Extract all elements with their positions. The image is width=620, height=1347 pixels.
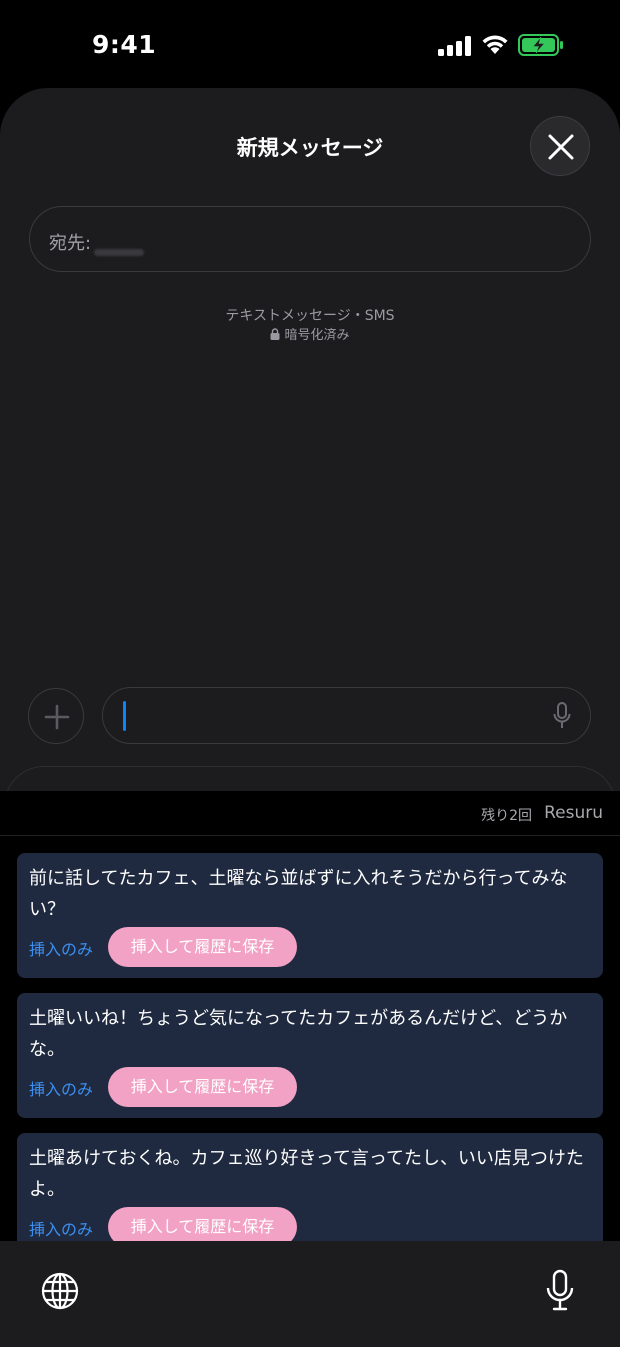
recipient-redacted [94,249,144,256]
message-input[interactable] [102,687,591,744]
suggestion-text: 前に話してたカフェ、土曜なら並ばずに入れそうだから行ってみない？ [29,868,568,920]
suggestion-card: 土曜あけておくね。カフェ巡り好きって言ってたし、いい店見つけたよ。 挿入のみ 挿… [17,1133,603,1241]
suggestion-list: 前に話してたカフェ、土曜なら並ばずに入れそうだから行ってみない？ 挿入のみ 挿入… [0,836,620,1241]
insert-only-link[interactable]: 挿入のみ [29,1076,93,1100]
insert-save-button[interactable]: 挿入して履歴に保存 [108,927,297,967]
sheet-lower-edge [4,766,616,791]
recipient-label: 宛先: [49,233,92,254]
suggestion-card: 土曜いいね！ちょうど気になってたカフェがあるんだけど、どうかな。 挿入のみ 挿入… [17,993,603,1118]
remaining-count: 残り2回 [481,808,532,824]
keyboard-brand: Resuru [544,803,603,823]
insert-save-button[interactable]: 挿入して履歴に保存 [108,1067,297,1107]
sheet-title: 新規メッセージ [236,136,384,160]
text-cursor [123,701,126,731]
encryption-status: 暗号化済み [0,324,620,343]
insert-only-link[interactable]: 挿入のみ [29,936,93,960]
keyboard-bottom-bar [0,1241,620,1347]
status-time: 9:41 [92,30,157,59]
status-bar: 9:41 [0,0,620,88]
suggestion-text: 土曜あけておくね。カフェ巡り好きって言ってたし、いい店見つけたよ。 [29,1148,584,1200]
keyboard-header: 残り2回 Resuru [0,791,620,836]
globe-icon[interactable] [40,1271,80,1311]
encryption-label: 暗号化済み [284,328,350,343]
suggestion-card: 前に話してたカフェ、土曜なら並ばずに入れそうだから行ってみない？ 挿入のみ 挿入… [17,853,603,978]
sms-label: テキストメッセージ・SMS [225,308,395,324]
wifi-icon [482,35,508,54]
close-icon [548,134,574,160]
plus-icon [44,704,70,730]
suggestion-text: 土曜いいね！ちょうど気になってたカフェがあるんだけど、どうかな。 [29,1008,568,1060]
insert-only-link[interactable]: 挿入のみ [29,1216,93,1240]
lock-icon [270,328,280,340]
close-button[interactable] [530,116,590,176]
battery-charging-icon [518,34,563,56]
insert-save-button[interactable]: 挿入して履歴に保存 [108,1207,297,1241]
new-message-sheet: 新規メッセージ 宛先: テキストメッセージ・SMS 暗号化済み [0,88,620,791]
microphone-icon[interactable] [552,702,572,730]
dictation-icon[interactable] [545,1269,575,1313]
add-attachment-button[interactable] [28,688,84,744]
signal-icon [438,36,471,56]
recipient-field[interactable]: 宛先: [29,206,591,272]
